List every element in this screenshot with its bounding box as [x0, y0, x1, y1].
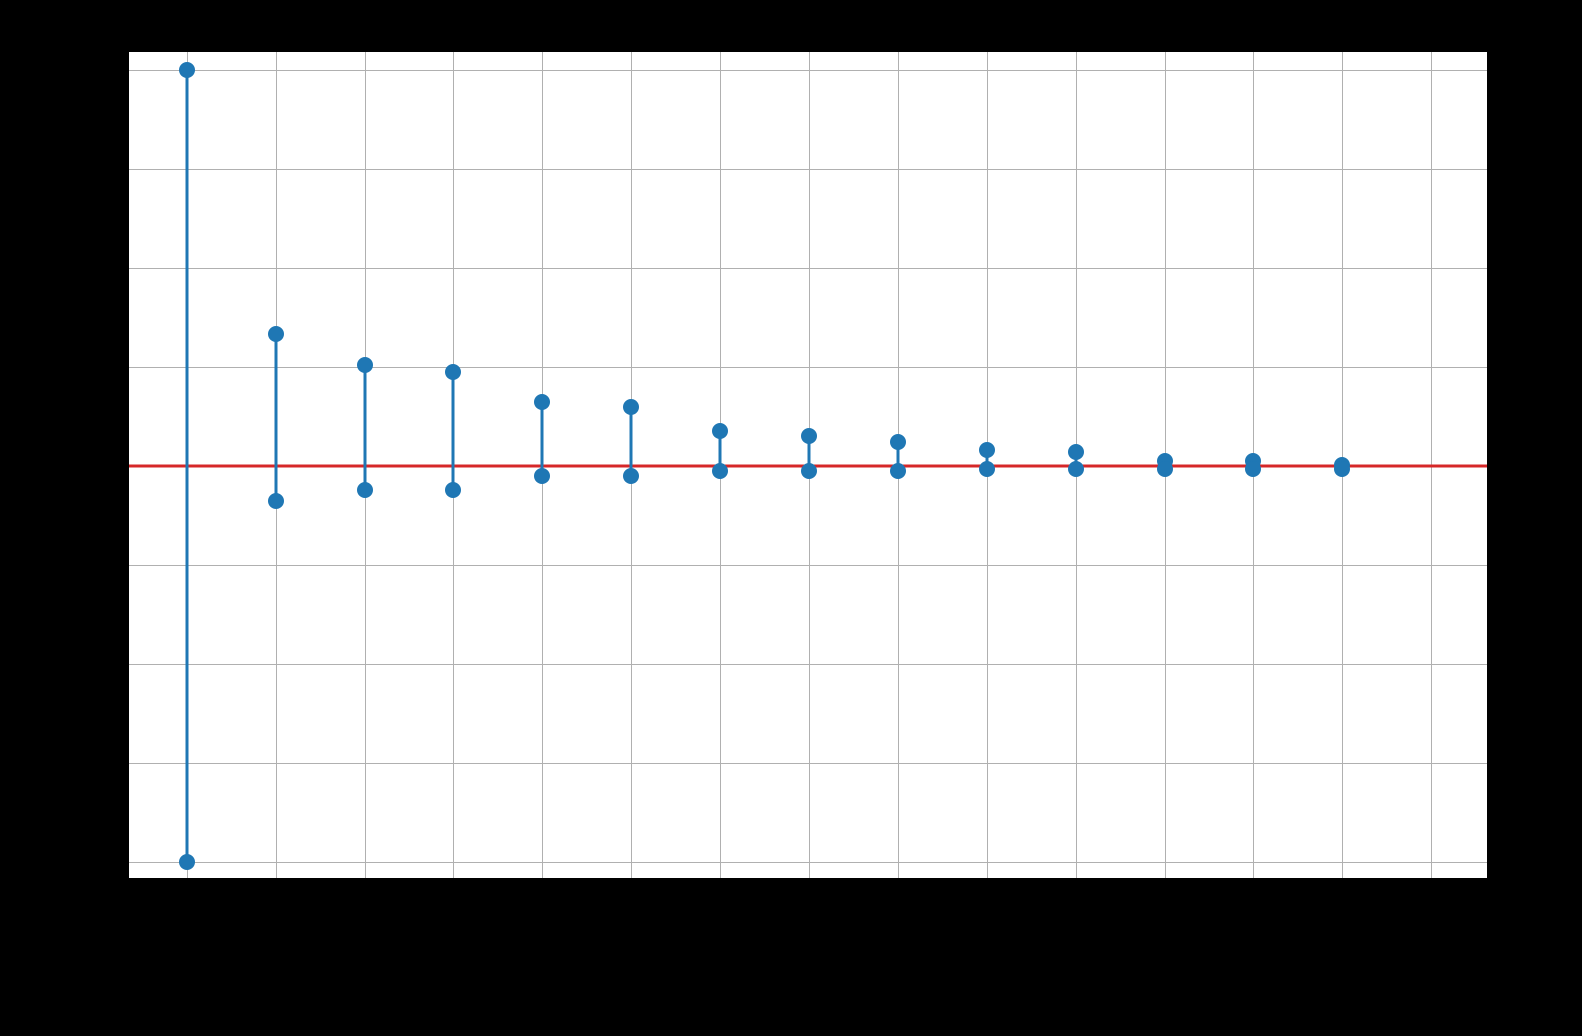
gridline-horizontal	[129, 268, 1487, 269]
data-point-bottom	[534, 468, 550, 484]
y-tick-label: −3	[78, 751, 118, 774]
data-point-bottom	[1334, 461, 1350, 477]
x-tick-label: 12	[1241, 889, 1263, 912]
gridline-horizontal	[129, 169, 1487, 170]
data-point-bottom	[179, 854, 195, 870]
data-point-bottom	[801, 463, 817, 479]
data-point-bottom	[712, 463, 728, 479]
data-point-top	[890, 434, 906, 450]
data-point-bottom	[623, 468, 639, 484]
pair-stem	[363, 365, 366, 490]
gridline-horizontal	[129, 565, 1487, 566]
data-point-top	[979, 442, 995, 458]
figure: 02468101214−4−3−2−101234	[0, 0, 1582, 1036]
pair-stem	[185, 70, 188, 862]
chart-axes	[128, 51, 1488, 879]
pair-stem	[541, 402, 544, 476]
gridline-horizontal	[129, 763, 1487, 764]
gridline-horizontal	[129, 367, 1487, 368]
y-tick-label: 1	[78, 354, 118, 377]
data-point-top	[179, 62, 195, 78]
y-tick-label: −2	[78, 652, 118, 675]
y-tick-label: −4	[78, 850, 118, 873]
y-tick-label: 4	[78, 57, 118, 80]
x-tick-label: 4	[536, 889, 547, 912]
gridline-horizontal	[129, 664, 1487, 665]
pair-stem	[630, 407, 633, 476]
x-tick-label: 0	[180, 889, 191, 912]
data-point-bottom	[979, 461, 995, 477]
gridline-horizontal	[129, 70, 1487, 71]
pair-stem	[274, 334, 277, 500]
data-point-top	[623, 399, 639, 415]
y-tick-label: −1	[78, 553, 118, 576]
data-point-top	[534, 394, 550, 410]
x-tick-label: 10	[1064, 889, 1086, 912]
data-point-bottom	[445, 482, 461, 498]
data-point-bottom	[890, 463, 906, 479]
y-tick-label: 0	[78, 454, 118, 477]
x-tick-label: 8	[891, 889, 902, 912]
data-point-bottom	[1068, 461, 1084, 477]
data-point-top	[357, 357, 373, 373]
data-point-bottom	[1157, 461, 1173, 477]
y-tick-label: 2	[78, 255, 118, 278]
data-point-top	[445, 364, 461, 380]
gridline-horizontal	[129, 862, 1487, 863]
data-point-bottom	[268, 493, 284, 509]
x-tick-label: 14	[1419, 889, 1441, 912]
data-point-top	[268, 326, 284, 342]
pair-stem	[452, 372, 455, 490]
x-tick-label: 6	[714, 889, 725, 912]
data-point-top	[712, 423, 728, 439]
y-tick-label: 3	[78, 156, 118, 179]
data-point-bottom	[1245, 461, 1261, 477]
x-tick-label: 2	[358, 889, 369, 912]
data-point-top	[801, 428, 817, 444]
data-point-top	[1068, 444, 1084, 460]
data-point-bottom	[357, 482, 373, 498]
